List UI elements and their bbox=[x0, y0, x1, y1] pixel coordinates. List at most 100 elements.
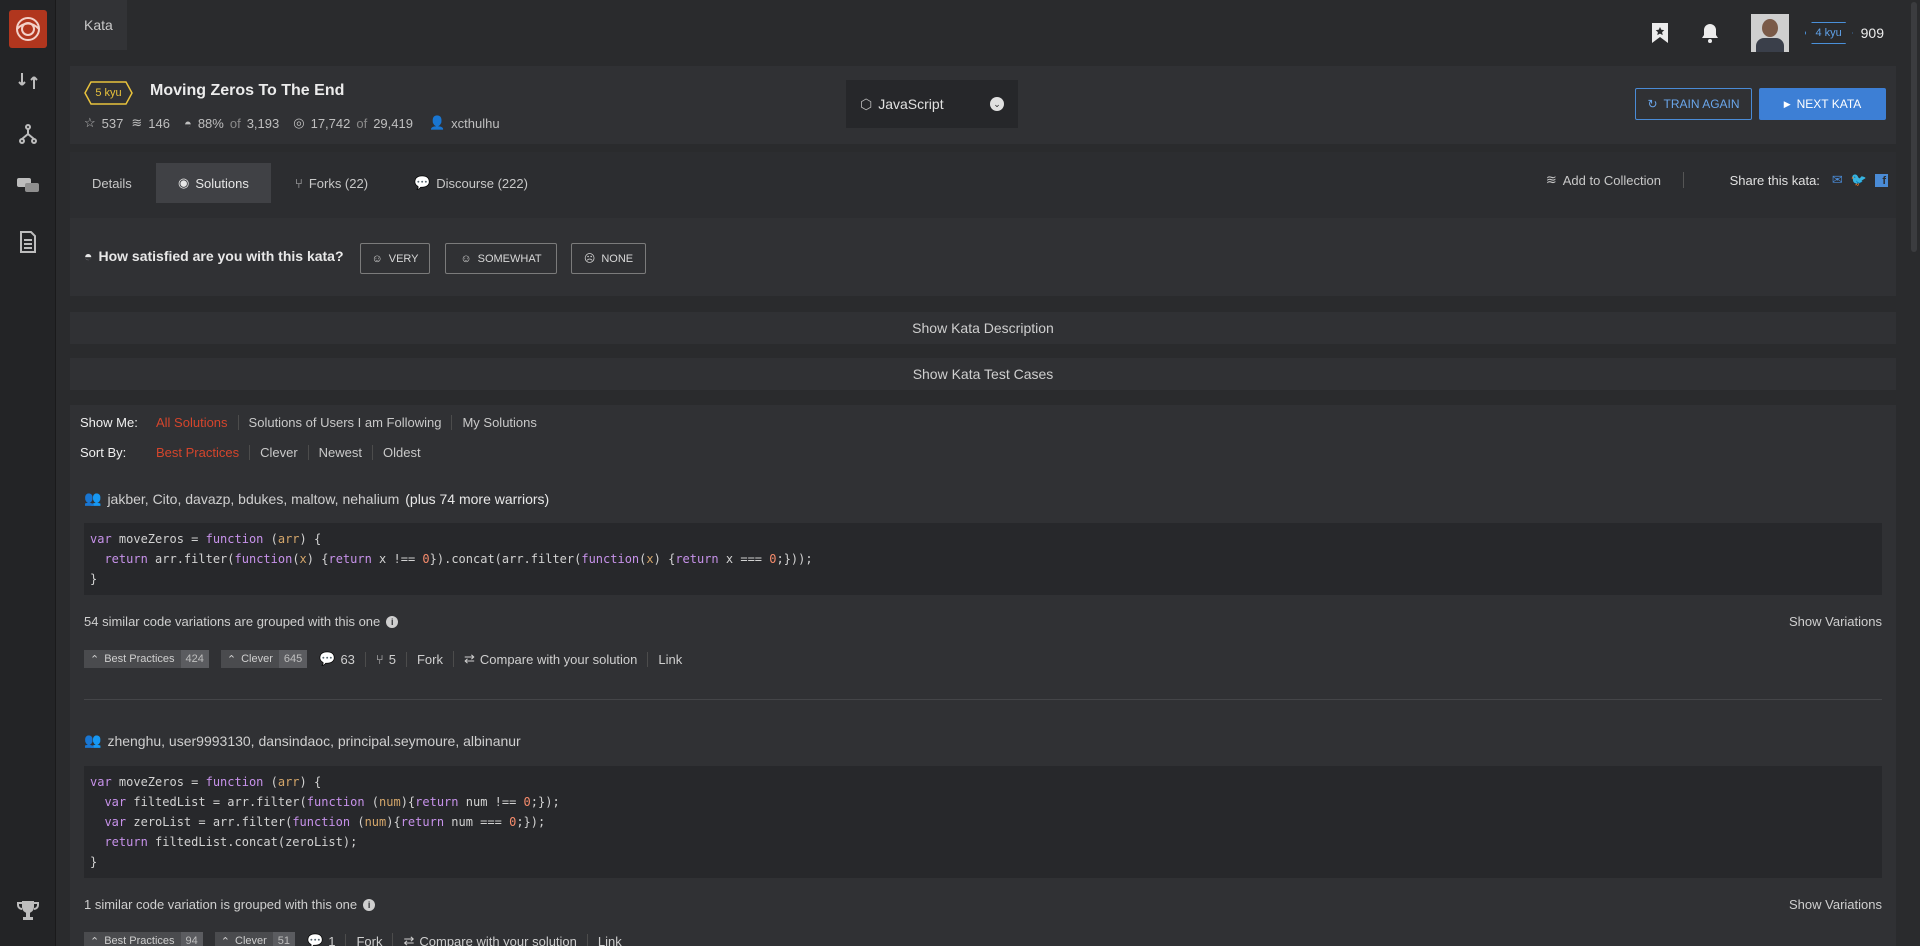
solution-actions: ⌃ Best Practices 424 ⌃ Clever 645 💬 63 ⑂ 5 F… bbox=[84, 650, 692, 668]
tab-details[interactable]: Details bbox=[70, 163, 154, 203]
variations-text: 1 similar code variation is grouped with… bbox=[84, 897, 358, 912]
clever-vote-button[interactable]: ⌃ Clever 645 bbox=[220, 650, 308, 668]
share-label: Share this kata: bbox=[1729, 172, 1820, 188]
sort-clever[interactable]: Clever bbox=[249, 445, 308, 460]
filter-my-solutions[interactable]: My Solutions bbox=[451, 415, 546, 430]
train-again-label: TRAIN AGAIN bbox=[1663, 97, 1740, 111]
solutions-panel: Show Me: All Solutions Solutions of User… bbox=[70, 405, 1896, 946]
tab-label: Discourse (222) bbox=[436, 175, 528, 191]
fork-label: Fork bbox=[356, 933, 383, 946]
filter-all-solutions[interactable]: All Solutions bbox=[156, 415, 238, 430]
vote-somewhat-button[interactable]: ☺ SOMEWHAT bbox=[445, 243, 557, 274]
discuss-icon[interactable] bbox=[10, 170, 46, 202]
vote-label: Best Practices bbox=[104, 653, 175, 665]
users-icon: 👥 bbox=[84, 732, 102, 748]
vote-none-button[interactable]: ☹ NONE bbox=[571, 243, 646, 274]
solution-actions: ⌃ Best Practices 94 ⌃ Clever 51 💬 1 Fork ⇄ C… bbox=[84, 932, 632, 946]
best-practices-vote-button[interactable]: ⌃ Best Practices 94 bbox=[84, 932, 203, 946]
link-button[interactable]: Link bbox=[647, 651, 692, 667]
info-icon[interactable]: i bbox=[363, 898, 376, 911]
sort-best-practices[interactable]: Best Practices bbox=[156, 445, 249, 460]
compare-icon: ⇄ bbox=[403, 933, 415, 946]
facebook-icon[interactable]: f bbox=[1875, 173, 1888, 187]
next-kata-label: NEXT KATA bbox=[1796, 97, 1862, 111]
vote-count: 51 bbox=[272, 932, 296, 946]
gauge-icon: ◓ bbox=[84, 248, 93, 264]
attempts-count: 29,419 bbox=[373, 115, 413, 131]
twitter-icon[interactable]: 🐦 bbox=[1851, 172, 1867, 188]
compare-button[interactable]: ⇄ Compare with your solution bbox=[392, 933, 586, 946]
divider bbox=[1683, 172, 1684, 188]
avatar[interactable] bbox=[1750, 14, 1789, 52]
tab-forks[interactable]: ⑂ Forks (22) bbox=[273, 163, 390, 203]
add-to-collection-button[interactable]: ≋ Add to Collection bbox=[1546, 172, 1684, 188]
filter-following[interactable]: Solutions of Users I am Following bbox=[237, 415, 452, 430]
comments-button[interactable]: 💬 63 bbox=[319, 651, 365, 667]
trophy-icon[interactable] bbox=[10, 895, 46, 927]
fork-button[interactable]: Fork bbox=[405, 651, 453, 667]
satisfaction-icon: ◓ bbox=[183, 115, 192, 131]
show-variations-link[interactable]: Show Variations bbox=[1789, 614, 1882, 629]
scrollbar-thumb[interactable] bbox=[1911, 2, 1917, 252]
show-variations-link[interactable]: Show Variations bbox=[1789, 897, 1882, 912]
of-label: of bbox=[356, 115, 368, 131]
more-warriors[interactable]: (plus 74 more warriors) bbox=[405, 491, 549, 507]
language-select[interactable]: ⬡ JavaScript ⌄ bbox=[846, 80, 1018, 128]
next-kata-button[interactable]: ▶ NEXT KATA bbox=[1759, 88, 1886, 120]
sort-oldest[interactable]: Oldest bbox=[372, 445, 431, 460]
top-icons: 4 kyu 909 bbox=[1651, 14, 1896, 52]
solution-warriors: 👥 jakber, Cito, davazp, bdukes, maltow, … bbox=[84, 490, 549, 507]
language-label: JavaScript bbox=[878, 96, 944, 112]
vote-label: SOMEWHAT bbox=[477, 252, 542, 265]
tab-label: Solutions bbox=[195, 175, 249, 191]
star-icon: ☆ bbox=[84, 115, 96, 130]
notifications-bell-icon[interactable] bbox=[1699, 22, 1721, 44]
vote-count: 94 bbox=[180, 932, 203, 946]
breadcrumb[interactable]: Kata bbox=[70, 0, 127, 50]
clever-vote-button[interactable]: ⌃ Clever 51 bbox=[214, 932, 296, 946]
best-practices-vote-button[interactable]: ⌃ Best Practices 424 bbox=[84, 650, 209, 668]
play-icon: ▶ bbox=[1783, 98, 1791, 109]
toggle-label: Show Kata Description bbox=[912, 320, 1054, 336]
neutral-face-icon: ☺ bbox=[460, 252, 472, 265]
scrollbar[interactable] bbox=[1908, 0, 1920, 946]
docs-icon[interactable] bbox=[10, 226, 46, 258]
vote-label: Clever bbox=[241, 653, 273, 665]
author-link[interactable]: xcthulhu bbox=[451, 116, 499, 131]
vote-label: Best Practices bbox=[104, 935, 175, 946]
vote-very-button[interactable]: ☺ VERY bbox=[360, 243, 430, 274]
train-again-button[interactable]: ↻ TRAIN AGAIN bbox=[1635, 88, 1752, 120]
practice-icon[interactable] bbox=[10, 65, 46, 97]
show-me-filter: Show Me: All Solutions Solutions of User… bbox=[80, 415, 547, 430]
vote-count: 645 bbox=[278, 650, 308, 668]
compare-icon: ⇄ bbox=[463, 651, 475, 666]
users-icon: 👥 bbox=[84, 490, 102, 506]
compare-button[interactable]: ⇄ Compare with your solution bbox=[452, 651, 647, 667]
email-icon[interactable]: ✉ bbox=[1832, 172, 1843, 188]
sort-newest[interactable]: Newest bbox=[307, 445, 372, 460]
tab-discourse[interactable]: 💬 Discourse (222) bbox=[392, 163, 550, 203]
forks-icon[interactable] bbox=[10, 118, 46, 150]
satisfaction-votes: 3,193 bbox=[246, 115, 280, 131]
show-description-toggle[interactable]: Show Kata Description bbox=[70, 312, 1896, 344]
vote-label: Clever bbox=[235, 935, 267, 946]
fork-button[interactable]: Fork bbox=[345, 933, 392, 946]
chevron-up-icon: ⌃ bbox=[220, 935, 230, 946]
info-icon[interactable]: i bbox=[386, 615, 399, 628]
forks-button[interactable]: ⑂ 5 bbox=[364, 651, 406, 667]
comments-button[interactable]: 💬 1 bbox=[307, 933, 345, 946]
warrior-names[interactable]: zhenghu, user9993130, dansindaoc, princi… bbox=[107, 733, 520, 749]
codewars-logo[interactable] bbox=[9, 10, 47, 48]
variations-info: 1 similar code variation is grouped with… bbox=[84, 897, 376, 912]
tab-solutions[interactable]: ◉ Solutions bbox=[156, 163, 271, 203]
show-test-cases-toggle[interactable]: Show Kata Test Cases bbox=[70, 358, 1896, 390]
bookmark-icon[interactable] bbox=[1651, 22, 1669, 44]
chevron-down-icon: ⌄ bbox=[990, 97, 1004, 111]
comments-count: 63 bbox=[340, 651, 355, 667]
link-label: Link bbox=[597, 933, 622, 946]
fork-icon: ⑂ bbox=[375, 651, 384, 667]
warrior-names[interactable]: jakber, Cito, davazp, bdukes, maltow, ne… bbox=[107, 491, 399, 507]
comments-count: 1 bbox=[328, 933, 336, 946]
link-button[interactable]: Link bbox=[586, 933, 632, 946]
layers-icon: ≋ bbox=[1545, 172, 1557, 187]
